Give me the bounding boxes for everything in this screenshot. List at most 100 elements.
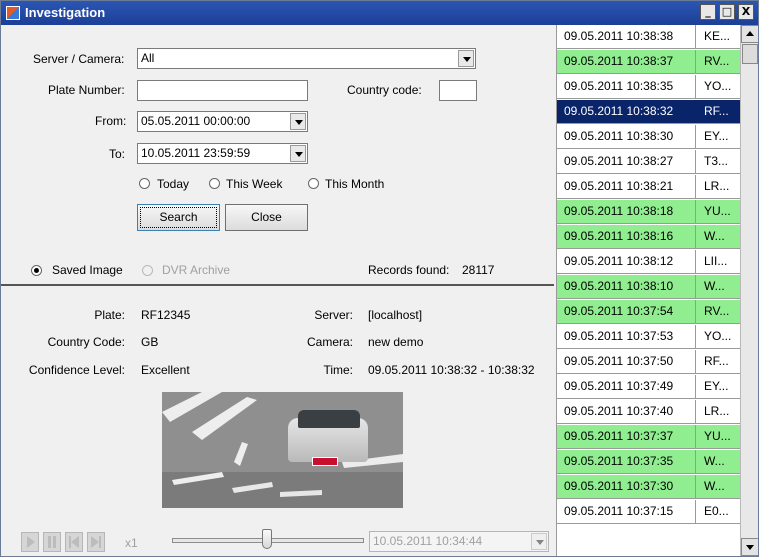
scroll-down-button[interactable] <box>741 538 758 556</box>
to-date-value: 10.05.2011 23:59:59 <box>141 146 251 160</box>
section-divider <box>1 284 554 286</box>
result-row[interactable]: 09.05.2011 10:38:37 RV... <box>557 50 740 74</box>
result-plate: LR... <box>704 179 730 193</box>
title-bar[interactable]: Investigation _ □ X <box>1 1 758 25</box>
to-date-picker[interactable]: 10.05.2011 23:59:59 <box>137 143 308 164</box>
saved-image-radio[interactable] <box>31 265 42 276</box>
app-icon <box>6 6 20 20</box>
result-row[interactable]: 09.05.2011 10:37:37 YU... <box>557 425 740 449</box>
result-row[interactable]: 09.05.2011 10:38:30 EY... <box>557 125 740 149</box>
today-label[interactable]: Today <box>157 177 189 191</box>
result-plate: LII... <box>704 254 728 268</box>
result-plate: RV... <box>704 54 730 68</box>
this-month-radio[interactable] <box>308 178 319 189</box>
camera-detail-value: new demo <box>368 335 424 349</box>
result-row[interactable]: 09.05.2011 10:38:10 W... <box>557 275 740 299</box>
result-row[interactable]: 09.05.2011 10:37:30 W... <box>557 475 740 499</box>
results-scrollbar[interactable] <box>740 25 758 556</box>
camera-detail-label: Camera: <box>306 335 353 349</box>
chevron-down-icon[interactable] <box>458 50 474 67</box>
result-timestamp: 09.05.2011 10:37:40 <box>557 400 696 423</box>
minimize-button[interactable]: _ <box>700 4 716 20</box>
maximize-button[interactable]: □ <box>719 4 735 20</box>
to-label: To: <box>109 147 126 161</box>
saved-image-label[interactable]: Saved Image <box>52 263 123 277</box>
result-plate: W... <box>704 279 725 293</box>
result-timestamp: 09.05.2011 10:38:38 <box>557 25 696 48</box>
playback-speed: x1 <box>125 536 138 550</box>
result-timestamp: 09.05.2011 10:38:37 <box>557 50 696 73</box>
result-row[interactable]: 09.05.2011 10:38:27 T3... <box>557 150 740 174</box>
country-code-input[interactable] <box>439 80 477 101</box>
step-back-button[interactable] <box>65 532 83 552</box>
dvr-archive-radio[interactable] <box>142 265 153 276</box>
result-plate: E0... <box>704 504 729 518</box>
result-row[interactable]: 09.05.2011 10:38:12 LII... <box>557 250 740 274</box>
result-plate: YU... <box>704 429 731 443</box>
playback-time-value: 10.05.2011 10:34:44 <box>373 534 483 548</box>
results-list[interactable]: 09.05.2011 10:38:38 KE... 09.05.2011 10:38… <box>556 25 740 556</box>
result-timestamp: 09.05.2011 10:37:37 <box>557 425 696 448</box>
plate-value: RF12345 <box>141 308 191 322</box>
result-row[interactable]: 09.05.2011 10:38:16 W... <box>557 225 740 249</box>
records-found-count: 28117 <box>462 263 495 277</box>
close-window-button[interactable]: X <box>738 4 754 20</box>
result-timestamp: 09.05.2011 10:37:53 <box>557 325 696 348</box>
scrollbar-thumb[interactable] <box>742 44 758 64</box>
vehicle-snapshot <box>162 392 403 508</box>
playback-time-picker[interactable]: 10.05.2011 10:34:44 <box>369 531 549 552</box>
result-timestamp: 09.05.2011 10:38:12 <box>557 250 696 273</box>
result-timestamp: 09.05.2011 10:38:10 <box>557 275 696 298</box>
records-found-label: Records found: <box>368 263 450 277</box>
time-detail-value: 09.05.2011 10:38:32 - 10:38:32 <box>368 363 535 377</box>
result-plate: YO... <box>704 329 732 343</box>
server-detail-value: [localhost] <box>368 308 423 322</box>
result-timestamp: 09.05.2011 10:37:50 <box>557 350 696 373</box>
result-row[interactable]: 09.05.2011 10:37:54 RV... <box>557 300 740 324</box>
result-row[interactable]: 09.05.2011 10:37:35 W... <box>557 450 740 474</box>
result-timestamp: 09.05.2011 10:38:27 <box>557 150 696 173</box>
result-row[interactable]: 09.05.2011 10:38:32 RF... <box>557 100 740 124</box>
window-title: Investigation <box>25 5 106 20</box>
plate-number-label: Plate Number: <box>48 83 125 97</box>
today-radio[interactable] <box>139 178 150 189</box>
timeline-slider-thumb[interactable] <box>262 529 272 549</box>
time-detail-label: Time: <box>323 363 353 377</box>
search-button[interactable]: Search <box>137 204 220 231</box>
result-row[interactable]: 09.05.2011 10:37:49 EY... <box>557 375 740 399</box>
result-timestamp: 09.05.2011 10:38:35 <box>557 75 696 98</box>
calendar-dropdown-icon[interactable] <box>290 113 306 130</box>
result-row[interactable]: 09.05.2011 10:37:40 LR... <box>557 400 740 424</box>
play-button[interactable] <box>21 532 39 552</box>
from-date-picker[interactable]: 05.05.2011 00:00:00 <box>137 111 308 132</box>
server-camera-select[interactable]: All <box>137 48 476 69</box>
result-row[interactable]: 09.05.2011 10:38:38 KE... <box>557 25 740 49</box>
result-timestamp: 09.05.2011 10:38:21 <box>557 175 696 198</box>
confidence-label: Confidence Level: <box>28 363 125 377</box>
country-code-detail-value: GB <box>141 335 159 349</box>
this-month-label[interactable]: This Month <box>325 177 384 191</box>
result-plate: RF... <box>704 354 729 368</box>
scroll-up-button[interactable] <box>741 25 758 43</box>
plate-label: Plate: <box>94 308 125 322</box>
plate-number-input[interactable] <box>137 80 308 101</box>
result-plate: W... <box>704 229 725 243</box>
close-button[interactable]: Close <box>225 204 308 231</box>
confidence-value: Excellent <box>141 363 190 377</box>
result-row[interactable]: 09.05.2011 10:38:35 YO... <box>557 75 740 99</box>
result-plate: EY... <box>704 379 729 393</box>
calendar-dropdown-icon[interactable] <box>531 533 547 550</box>
result-row[interactable]: 09.05.2011 10:37:15 E0... <box>557 500 740 524</box>
server-camera-value: All <box>141 51 155 65</box>
result-row[interactable]: 09.05.2011 10:37:53 YO... <box>557 325 740 349</box>
result-plate: LR... <box>704 404 730 418</box>
result-row[interactable]: 09.05.2011 10:38:18 YU... <box>557 200 740 224</box>
step-forward-button[interactable] <box>87 532 105 552</box>
result-timestamp: 09.05.2011 10:38:30 <box>557 125 696 148</box>
result-row[interactable]: 09.05.2011 10:38:21 LR... <box>557 175 740 199</box>
pause-button[interactable] <box>43 532 61 552</box>
this-week-label[interactable]: This Week <box>226 177 282 191</box>
calendar-dropdown-icon[interactable] <box>290 145 306 162</box>
this-week-radio[interactable] <box>209 178 220 189</box>
result-row[interactable]: 09.05.2011 10:37:50 RF... <box>557 350 740 374</box>
